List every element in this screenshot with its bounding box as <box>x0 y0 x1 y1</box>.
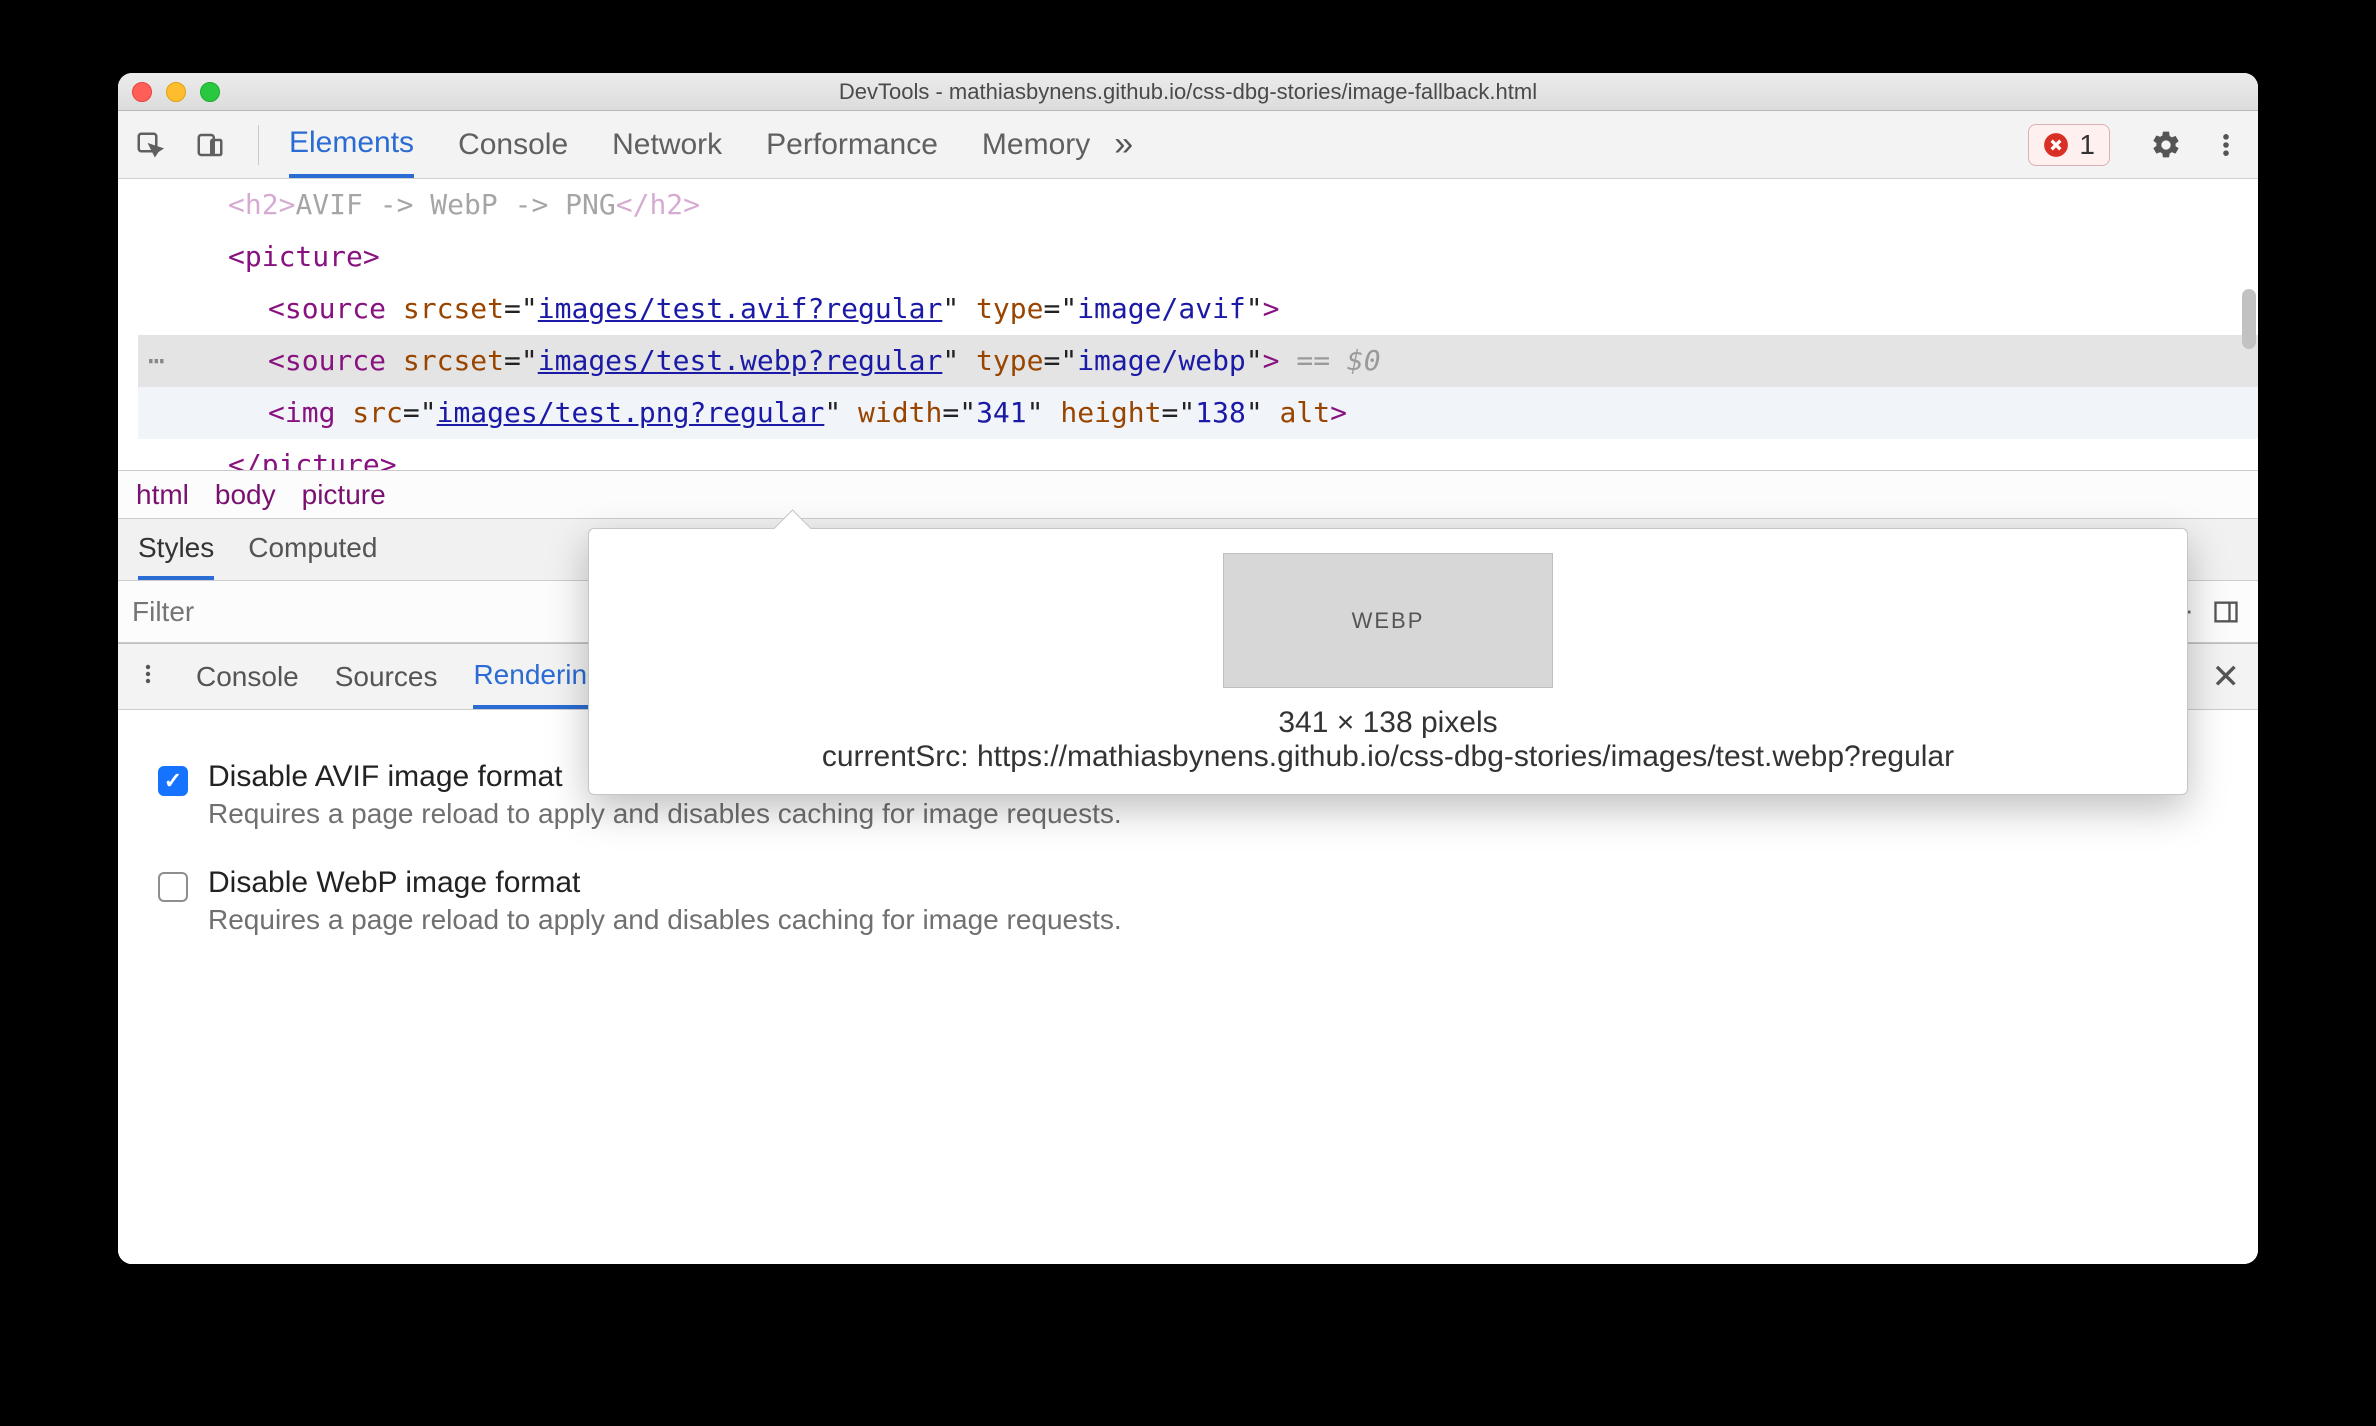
option-title: Disable WebP image format <box>208 866 1122 900</box>
overflow-tabs-button[interactable]: » <box>1114 125 1133 164</box>
dom-attr-name: alt <box>1280 396 1331 429</box>
panel-tabs: Elements Console Network Performance Memory <box>289 112 1090 178</box>
error-count: 1 <box>2079 129 2095 161</box>
kebab-menu-icon[interactable] <box>2208 127 2244 163</box>
drawer-close-icon[interactable]: ✕ <box>2212 657 2241 697</box>
option-subtitle: Requires a page reload to apply and disa… <box>208 904 1122 936</box>
inspect-icon[interactable] <box>132 127 168 163</box>
scrollbar-thumb[interactable] <box>2242 289 2256 349</box>
dom-plain: " <box>824 396 858 429</box>
dom-node[interactable]: <picture> <box>138 231 2258 283</box>
rendering-option: Disable WebP image format Requires a page… <box>158 866 2218 936</box>
dom-tag: <picture> <box>228 240 380 273</box>
drawer-tab-label: Sources <box>335 661 438 693</box>
styles-subtab-styles[interactable]: Styles <box>138 520 214 580</box>
image-currentsrc: currentSrc: https://mathiasbynens.github… <box>619 740 2157 774</box>
window-title: DevTools - mathiasbynens.github.io/css-d… <box>118 79 2258 105</box>
dom-tag: </h2> <box>616 188 700 221</box>
dom-plain: " <box>1246 344 1263 377</box>
dom-attr-value: 341 <box>976 396 1027 429</box>
dom-tree[interactable]: <h2>AVIF -> WebP -> PNG</h2> <picture> <so… <box>118 179 2258 519</box>
breadcrumb-item[interactable]: html <box>136 479 189 511</box>
dom-tag: <source <box>268 292 386 325</box>
dom-selected-marker: == $0 <box>1296 344 1380 377</box>
device-mode-icon[interactable] <box>192 127 228 163</box>
panel-tab-console[interactable]: Console <box>458 128 568 176</box>
dom-attr-name: type <box>976 292 1043 325</box>
panel-tab-performance[interactable]: Performance <box>766 128 938 176</box>
drawer-tab-label: Rendering <box>473 659 602 691</box>
dom-plain: =" <box>504 344 538 377</box>
panel-tab-memory[interactable]: Memory <box>982 128 1090 176</box>
dom-breadcrumbs: html body picture <box>118 470 2258 518</box>
dom-plain <box>335 396 352 429</box>
drawer-tab-sources[interactable]: Sources <box>335 645 438 709</box>
drawer-tab-label: Console <box>196 661 299 693</box>
dom-link[interactable]: images/test.avif?regular <box>538 292 943 325</box>
dom-tag: > <box>1263 292 1280 325</box>
dom-plain <box>386 344 403 377</box>
dom-node[interactable]: <source srcset="images/test.avif?regular… <box>138 283 2258 335</box>
panel-tab-elements[interactable]: Elements <box>289 126 414 178</box>
dom-plain: =" <box>403 396 437 429</box>
dom-link[interactable]: images/test.webp?regular <box>538 344 943 377</box>
dom-attr-value: image/avif <box>1077 292 1246 325</box>
main-toolbar: ElementsConsoleNetworkPerformanceMemory … <box>118 111 2258 179</box>
drawer-menu-icon[interactable] <box>136 660 160 694</box>
dom-plain: =" <box>942 396 976 429</box>
panel-tab-network[interactable]: Network <box>612 128 722 176</box>
dom-attr-name: height <box>1060 396 1161 429</box>
dom-node[interactable]: <img src="images/test.png?regular" width… <box>138 387 2258 439</box>
dom-link[interactable]: images/test.png?regular <box>437 396 825 429</box>
dom-tag: <h2> <box>228 188 295 221</box>
dom-attr-name: srcset <box>403 344 504 377</box>
dom-plain: " <box>1246 292 1263 325</box>
dom-attr-name: width <box>858 396 942 429</box>
dom-plain: =" <box>504 292 538 325</box>
dom-attr-name: type <box>976 344 1043 377</box>
elements-panel: <h2>AVIF -> WebP -> PNG</h2> <picture> <so… <box>118 179 2258 519</box>
dom-node[interactable]: ⋯<source srcset="images/test.webp?regula… <box>138 335 2258 387</box>
drawer-tab-console[interactable]: Console <box>196 645 299 709</box>
option-subtitle: Requires a page reload to apply and disa… <box>208 798 1122 830</box>
checkbox[interactable] <box>158 872 188 902</box>
dom-node[interactable]: <h2>AVIF -> WebP -> PNG</h2> <box>138 179 2258 231</box>
gutter-menu-icon[interactable]: ⋯ <box>148 335 165 387</box>
error-count-badge[interactable]: 1 <box>2028 124 2110 166</box>
separator <box>258 125 259 165</box>
dom-plain: =" <box>1162 396 1196 429</box>
image-dimensions: 341 × 138 pixels <box>619 706 2157 740</box>
breadcrumb-item[interactable]: body <box>215 479 276 511</box>
breadcrumb-item[interactable]: picture <box>302 479 386 511</box>
settings-icon[interactable] <box>2148 127 2184 163</box>
dom-text: AVIF -> WebP -> PNG <box>295 188 615 221</box>
dom-attr-name: srcset <box>403 292 504 325</box>
styles-subtab-computed[interactable]: Computed <box>248 520 377 580</box>
devtools-window: DevTools - mathiasbynens.github.io/css-d… <box>118 73 2258 1264</box>
dom-plain: " <box>1027 396 1061 429</box>
dom-attr-value: 138 <box>1195 396 1246 429</box>
dom-tag: > <box>1330 396 1347 429</box>
dom-tag: > <box>1263 344 1280 377</box>
titlebar: DevTools - mathiasbynens.github.io/css-d… <box>118 73 2258 111</box>
dom-plain: =" <box>1043 344 1077 377</box>
dom-plain: " <box>942 292 976 325</box>
image-preview-popover: WEBP 341 × 138 pixels currentSrc: https:… <box>588 528 2188 795</box>
dom-plain: " <box>1246 396 1280 429</box>
dom-plain <box>386 292 403 325</box>
checkbox[interactable] <box>158 766 188 796</box>
dom-tag: <img <box>268 396 335 429</box>
dom-plain: =" <box>1043 292 1077 325</box>
image-thumbnail: WEBP <box>1223 553 1553 688</box>
dom-plain: " <box>942 344 976 377</box>
dom-tag: <source <box>268 344 386 377</box>
dom-attr-name: src <box>352 396 403 429</box>
dom-attr-value: image/webp <box>1077 344 1246 377</box>
dom-plain <box>1280 344 1297 377</box>
styles-sidebar-toggle-icon[interactable] <box>2208 594 2244 630</box>
